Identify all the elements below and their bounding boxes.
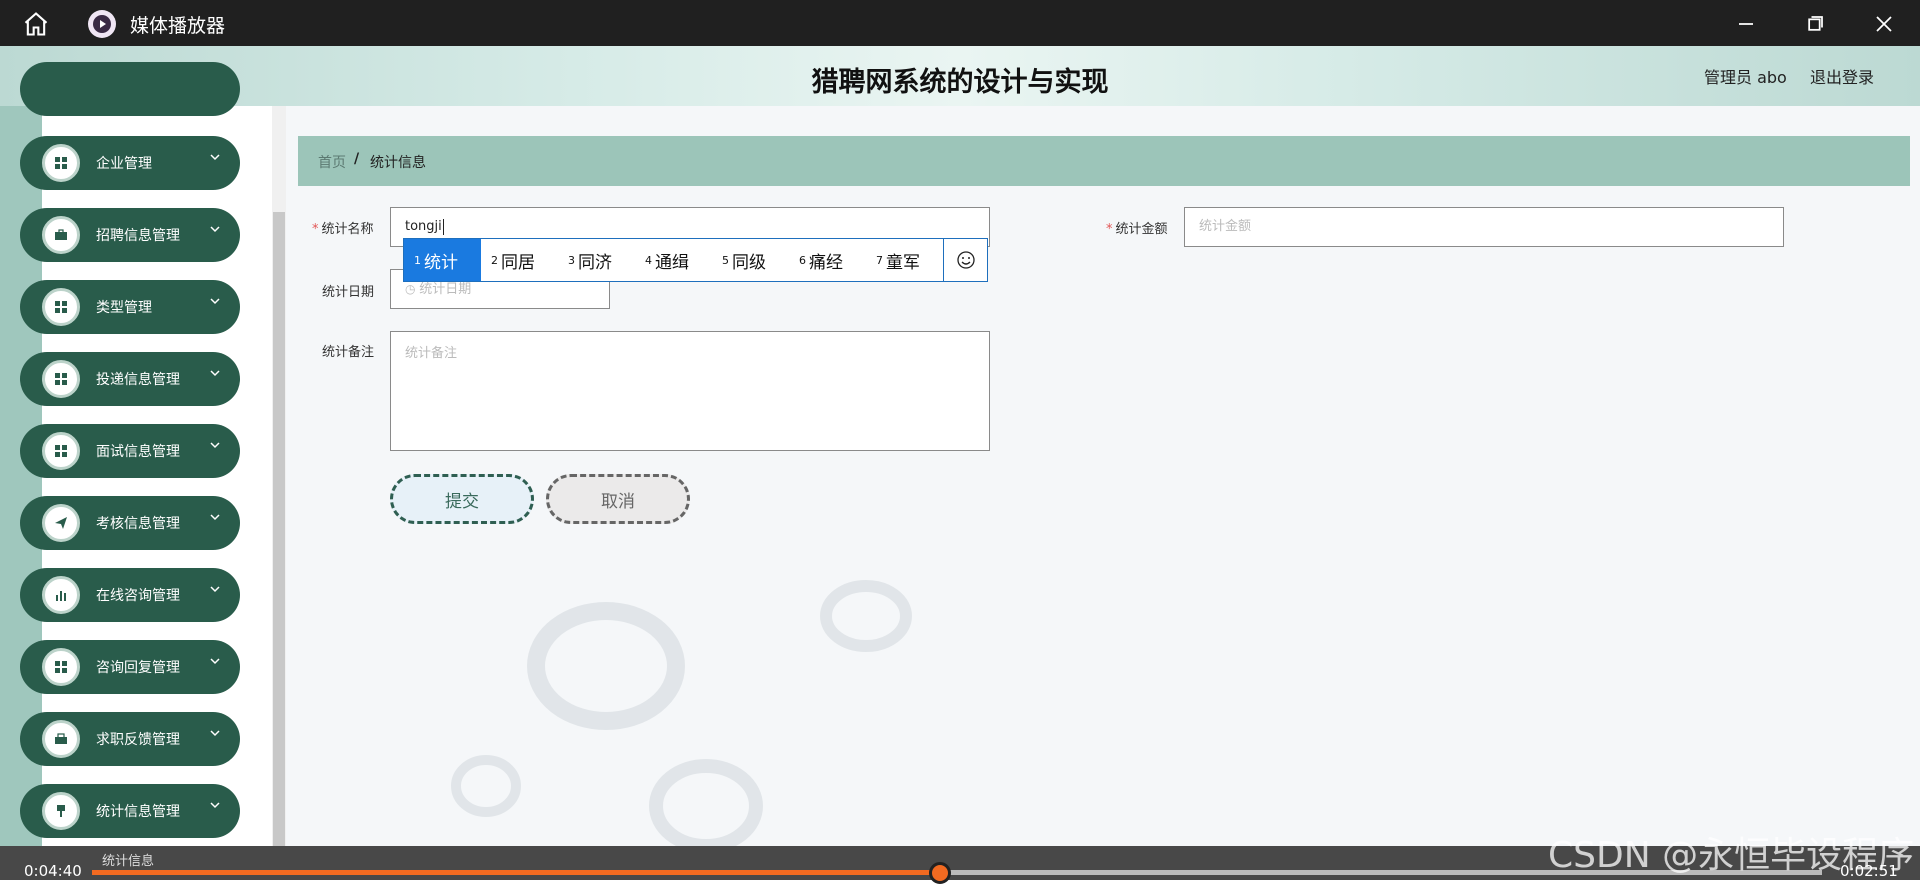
breadcrumb: 首页 / 统计信息 xyxy=(298,136,1910,186)
ime-candidate-bar: 1 统计 2 同居 3 同济 4 通缉 5 同级 6 痛经 7 童军 xyxy=(403,238,988,282)
ime-candidate-text: 通缉 xyxy=(655,252,689,273)
sidebar-item-label: 企业管理 xyxy=(96,156,152,172)
sidebar-item-label: 统计信息管理 xyxy=(96,804,180,820)
restore-icon[interactable] xyxy=(1801,10,1829,38)
close-icon[interactable] xyxy=(1870,10,1898,38)
ime-candidate-text: 同居 xyxy=(501,252,535,273)
note-label: 统计备注 xyxy=(322,345,375,360)
sidebar-item[interactable]: 面试信息管理 xyxy=(20,424,240,478)
ime-candidate-number: 1 xyxy=(414,253,421,267)
grid-icon xyxy=(42,360,80,398)
ime-candidate-text: 同济 xyxy=(578,252,612,273)
minimize-icon[interactable] xyxy=(1732,10,1760,38)
send-icon xyxy=(42,504,80,542)
grid-icon xyxy=(42,144,80,182)
ime-candidate[interactable]: 1 统计 xyxy=(404,239,481,281)
note-textarea[interactable]: 统计备注 xyxy=(390,331,990,451)
chevron-down-icon xyxy=(210,586,220,593)
ime-candidate-text: 痛经 xyxy=(809,252,843,273)
page-title: 猎聘网系统的设计与实现 xyxy=(811,67,1109,98)
watermark: CSDN @永恒毕设程序 xyxy=(1548,835,1915,876)
home-icon[interactable] xyxy=(22,10,50,38)
clock-icon: ◷ xyxy=(405,282,420,296)
breadcrumb-separator: / xyxy=(354,151,360,167)
sidebar-item-label: 面试信息管理 xyxy=(96,444,180,460)
chevron-down-icon xyxy=(210,154,220,161)
elapsed-time: 0:04:40 xyxy=(24,862,82,880)
ime-candidate-number: 2 xyxy=(491,253,498,267)
chevron-down-icon xyxy=(210,298,220,305)
briefcase-icon xyxy=(42,216,80,254)
sidebar-item[interactable]: 在线咨询管理 xyxy=(20,568,240,622)
sidebar-item[interactable]: 求职反馈管理 xyxy=(20,712,240,766)
toolbox-icon xyxy=(42,720,80,758)
bar-chart-icon xyxy=(42,576,80,614)
seek-handle[interactable] xyxy=(928,862,951,884)
grid-icon xyxy=(42,432,80,470)
sidebar-item-label: 考核信息管理 xyxy=(96,516,180,532)
chevron-down-icon xyxy=(210,802,220,809)
window-titlebar: 媒体播放器 xyxy=(0,0,1920,46)
sidebar-item[interactable]: 投递信息管理 xyxy=(20,352,240,406)
ime-candidate-number: 4 xyxy=(645,253,652,267)
ime-candidate-number: 5 xyxy=(722,253,729,267)
chevron-down-icon xyxy=(210,442,220,449)
date-label: 统计日期 xyxy=(322,285,375,300)
emoji-icon[interactable] xyxy=(943,239,987,281)
window-title: 媒体播放器 xyxy=(130,15,226,37)
chevron-down-icon xyxy=(210,370,220,377)
amount-input[interactable]: 统计金额 xyxy=(1184,207,1784,247)
chevron-down-icon xyxy=(210,730,220,737)
sidebar-item-label: 类型管理 xyxy=(96,300,152,316)
ime-candidate[interactable]: 6 痛经 xyxy=(789,239,866,281)
seek-bar-fill xyxy=(92,870,940,875)
sidebar-item[interactable]: 统计信息管理 xyxy=(20,784,240,838)
sidebar-item[interactable]: 企业管理 xyxy=(20,136,240,190)
ime-candidate[interactable]: 5 同级 xyxy=(712,239,789,281)
ime-candidate[interactable]: 2 同居 xyxy=(481,239,558,281)
ime-candidate-number: 6 xyxy=(799,253,806,267)
sidebar-item-label: 求职反馈管理 xyxy=(96,732,180,748)
sidebar-item-label: 咨询回复管理 xyxy=(96,660,180,676)
ime-candidate-number: 3 xyxy=(568,253,575,267)
sidebar-item-label: 在线咨询管理 xyxy=(96,588,180,604)
name-label: * 统计名称 xyxy=(312,222,374,237)
amount-label: * 统计金额 xyxy=(1106,222,1168,237)
app-header: 猎聘网系统的设计与实现 管理员 abo 退出登录 xyxy=(0,46,1920,106)
ime-candidate-text: 童军 xyxy=(886,252,920,273)
chevron-down-icon xyxy=(210,514,220,521)
submit-button[interactable]: 提交 xyxy=(390,474,534,524)
ime-candidate[interactable]: 7 童军 xyxy=(866,239,943,281)
current-user: 管理员 abo xyxy=(1704,68,1787,87)
grid-icon xyxy=(42,648,80,686)
pin-icon xyxy=(42,792,80,830)
cancel-button[interactable]: 取消 xyxy=(546,474,690,524)
ime-candidate[interactable]: 4 通缉 xyxy=(635,239,712,281)
logout-link[interactable]: 退出登录 xyxy=(1810,64,1874,88)
sidebar-item[interactable]: 考核信息管理 xyxy=(20,496,240,550)
breadcrumb-current: 统计信息 xyxy=(370,155,426,171)
sidebar-item-label: 招聘信息管理 xyxy=(96,228,180,244)
sidebar-scrollbar-thumb[interactable] xyxy=(273,212,285,846)
sidebar-item[interactable]: 类型管理 xyxy=(20,280,240,334)
chevron-down-icon xyxy=(210,658,220,665)
ime-candidate-text: 统计 xyxy=(424,252,458,273)
ime-candidate[interactable]: 3 同济 xyxy=(558,239,635,281)
player-chapter-tooltip: 统计信息 xyxy=(102,854,155,869)
grid-icon xyxy=(42,288,80,326)
ime-candidate-text: 同级 xyxy=(732,252,766,273)
sidebar-item[interactable]: 咨询回复管理 xyxy=(20,640,240,694)
breadcrumb-home[interactable]: 首页 xyxy=(318,152,346,172)
sidebar-item[interactable]: 招聘信息管理 xyxy=(20,208,240,262)
sidebar-item-partial[interactable] xyxy=(20,62,240,116)
ime-candidate-number: 7 xyxy=(876,253,883,267)
media-player-logo-icon xyxy=(88,10,116,38)
sidebar-item-label: 投递信息管理 xyxy=(96,372,180,388)
chevron-down-icon xyxy=(210,226,220,233)
